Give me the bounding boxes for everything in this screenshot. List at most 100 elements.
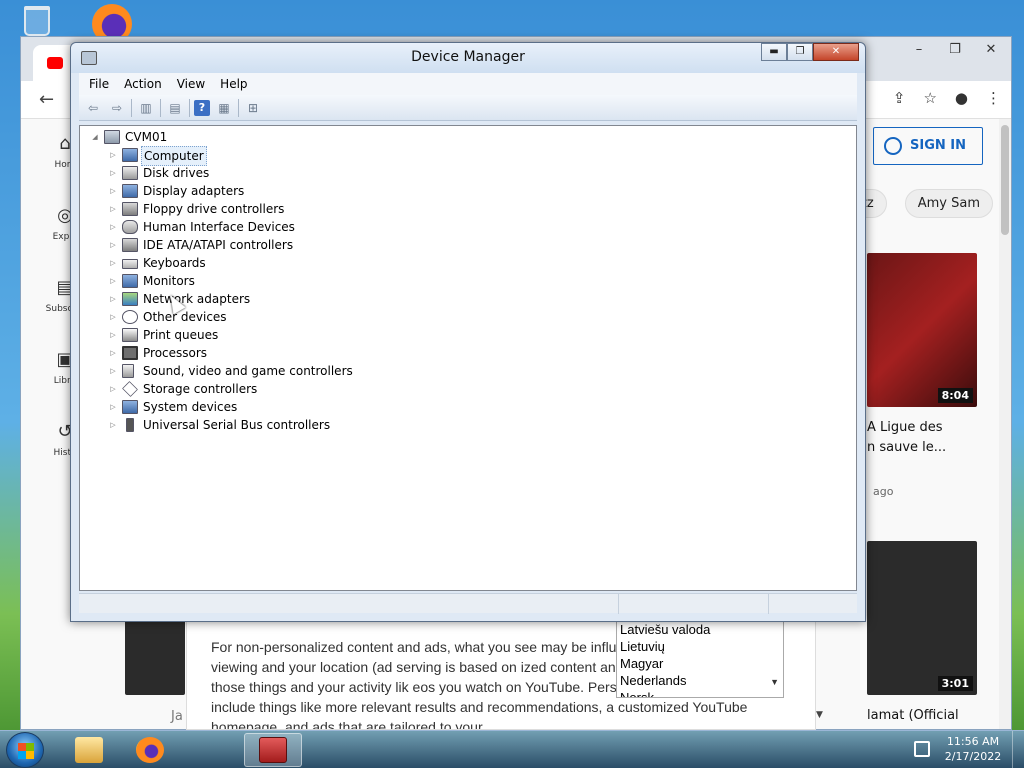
tree-item-human-interface-devices[interactable]: ▷ Human Interface Devices [80,218,856,236]
expand-icon[interactable]: ▷ [108,308,118,326]
scroll-down-icon[interactable]: ▼ [816,710,823,720]
clock-time: 11:56 AM [946,735,1000,748]
expand-icon[interactable]: ▷ [108,182,118,200]
expand-icon[interactable]: ▷ [108,326,118,344]
expand-icon[interactable]: ▷ [108,272,118,290]
display-adapter-icon [122,184,138,198]
video-thumbnail[interactable] [125,619,185,695]
close-button[interactable]: ✕ [813,43,859,61]
chrome-minimize-button[interactable]: – [907,41,931,59]
language-listbox[interactable]: Latviešu valoda Lietuvių Magyar Nederlan… [616,620,784,698]
video-thumbnail[interactable]: 8:04 [867,253,977,407]
tree-item-computer[interactable]: ▷ Computer [80,146,856,166]
menu-icon[interactable]: ⋮ [986,89,1001,107]
menu-action[interactable]: Action [118,73,171,95]
profile-icon[interactable]: ● [955,89,968,107]
expand-icon[interactable]: ▷ [108,290,118,308]
menu-bar: File Action View Help [79,73,857,95]
forward-icon[interactable]: ⇨ [107,99,127,117]
expand-icon[interactable]: ▷ [108,416,118,434]
video-title[interactable]: A Ligue des [867,420,943,435]
expand-icon[interactable]: ▷ [108,362,118,380]
taskbar-explorer[interactable] [60,733,118,767]
tree-item-label: IDE ATA/ATAPI controllers [143,238,294,252]
tree-item-floppy-drive-controllers[interactable]: ▷ Floppy drive controllers [80,200,856,218]
network-adapter-icon [122,292,138,306]
video-title[interactable]: n sauve le... [867,440,946,455]
tree-item-processors[interactable]: ▷ Processors [80,344,856,362]
account-icon [884,136,902,155]
back-icon[interactable]: ⇦ [83,99,103,117]
tree-item-print-queues[interactable]: ▷ Print queues [80,326,856,344]
tree-item-monitors[interactable]: ▷ Monitors [80,272,856,290]
network-icon[interactable] [914,741,930,757]
tree-item-ide-controllers[interactable]: ▷ IDE ATA/ATAPI controllers [80,236,856,254]
language-option[interactable]: Magyar [617,655,783,672]
star-icon[interactable]: ☆ [923,89,936,107]
tree-item-label: Print queues [143,328,219,342]
tree-item-disk-drives[interactable]: ▷ Disk drives [80,164,856,182]
help-icon[interactable]: ? [194,99,210,116]
menu-file[interactable]: File [83,73,118,95]
tree-item-label: Sound, video and game controllers [143,364,353,378]
video-thumbnail[interactable]: 3:01 [867,541,977,695]
video-title[interactable]: lamat (Official [867,708,959,723]
language-option[interactable]: Lietuvių [617,638,783,655]
toolbox-icon [259,737,287,763]
show-hide-console-tree-icon[interactable]: ▥ [136,99,156,117]
tree-item-sound-video-game-controllers[interactable]: ▷ Sound, video and game controllers [80,362,856,380]
back-arrow-icon[interactable]: ← [39,89,54,110]
expand-icon[interactable]: ▷ [108,380,118,398]
language-option[interactable]: Nederlands [617,672,783,689]
action-pane-icon[interactable]: ▦ [214,99,234,117]
toolbar-separator [238,98,239,117]
share-icon[interactable]: ⇪ [893,89,906,107]
chrome-maximize-button[interactable]: ❐ [943,41,967,59]
properties-icon[interactable]: ▤ [165,99,185,117]
expand-icon[interactable]: ▷ [108,254,118,272]
tree-item-system-devices[interactable]: ▷ System devices [80,398,856,416]
taskbar-toolbox[interactable] [244,733,302,767]
chrome-scrollbar[interactable] [999,119,1011,729]
expand-icon[interactable]: ▷ [108,146,118,164]
scrollbar-thumb[interactable] [1001,125,1009,235]
chip[interactable]: Amy Sam [904,189,993,218]
chrome-close-button[interactable]: ✕ [979,41,1003,59]
menu-view[interactable]: View [171,73,214,95]
tree-item-label: Human Interface Devices [143,220,295,234]
tree-item-keyboards[interactable]: ▷ Keyboards [80,254,856,272]
expand-icon[interactable]: ▷ [108,164,118,182]
tree-item-display-adapters[interactable]: ▷ Display adapters [80,182,856,200]
language-option[interactable]: Latviešu valoda [617,621,783,638]
status-bar [79,593,857,614]
taskbar-firefox[interactable] [121,733,179,767]
menu-help[interactable]: Help [214,73,256,95]
tree-root[interactable]: ◢ CVM01 [80,128,856,146]
scan-hardware-icon[interactable]: ⊞ [243,99,263,117]
taskbar-chrome[interactable] [182,733,240,767]
tree-item-label: Other devices [143,310,227,324]
tree-item-other-devices[interactable]: ▷ Other devices [80,308,856,326]
maximize-button[interactable]: ❐ [787,43,813,61]
expand-icon[interactable]: ▷ [108,200,118,218]
title-bar[interactable]: Device Manager ▬ ❐ ✕ [71,43,865,73]
sign-in-button[interactable]: SIGN IN [873,127,983,165]
expand-icon[interactable]: ▷ [108,344,118,362]
start-button[interactable] [6,732,44,768]
printer-icon [122,328,138,342]
expand-icon[interactable]: ▷ [108,236,118,254]
tree-item-usb-controllers[interactable]: ▷ Universal Serial Bus controllers [80,416,856,434]
collapse-icon[interactable]: ◢ [90,128,100,146]
minimize-button[interactable]: ▬ [761,43,787,61]
dropdown-arrow-icon[interactable]: ▼ [770,674,779,691]
tree-item-storage-controllers[interactable]: ▷ Storage controllers [80,380,856,398]
expand-icon[interactable]: ▷ [108,218,118,236]
clock[interactable]: 11:56 AM 2/17/2022 [938,734,1008,764]
language-option[interactable]: Norsk [617,689,783,697]
computer-icon [104,130,120,144]
tree-item-label: Keyboards [143,256,206,270]
tree-item-network-adapters[interactable]: ▷ Network adapters [80,290,856,308]
expand-icon[interactable]: ▷ [108,398,118,416]
status-segment [79,594,619,614]
show-desktop-button[interactable] [1012,731,1024,768]
